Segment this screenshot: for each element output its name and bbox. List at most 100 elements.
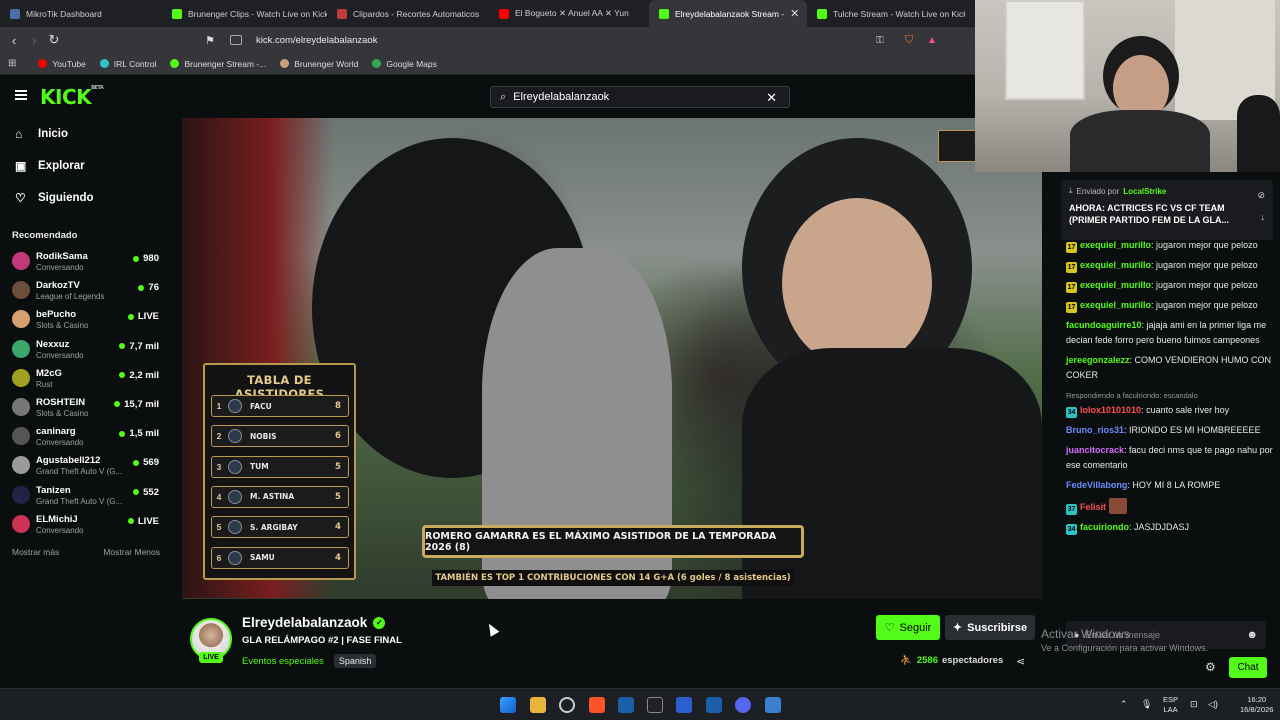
browser-tab[interactable]: Tulche Stream - Watch Live on Kick [807, 0, 965, 27]
chat-username[interactable]: facundoaguirre10 [1066, 320, 1142, 330]
back-icon[interactable]: ‹ [4, 33, 24, 48]
subscriber-badge-icon: 34 [1066, 524, 1077, 535]
search-bar[interactable]: ⌕ Elreydelabalanzaok ✕ [490, 86, 790, 108]
recommended-channel[interactable]: caninarg Conversando 1,5 mil [0, 422, 172, 451]
recommended-channel[interactable]: Agustabell212 Grand Theft Auto V (G... 569 [0, 451, 172, 480]
bookmark-item[interactable]: Brunenger Stream -... [170, 59, 266, 69]
recommended-channel[interactable]: Tanizen Grand Theft Auto V (G... 552 [0, 481, 172, 510]
follow-button[interactable]: ♡ Seguir [876, 615, 940, 640]
brave-shield-icon[interactable]: ⛉ [905, 34, 913, 47]
sidebar-nav-siguiendo[interactable]: ♡ Siguiendo [0, 182, 172, 214]
pinned-message[interactable]: ⤓ Enviado por LocalStrike ⊘ ↓ AHORA: ACT… [1061, 180, 1273, 240]
bookmark-item[interactable]: Brunenger World [280, 59, 358, 69]
channel-avatar [12, 456, 30, 475]
sidebar-nav-inicio[interactable]: ⌂ Inicio [0, 118, 172, 150]
forward-icon[interactable]: › [24, 33, 44, 48]
search-input[interactable]: Elreydelabalanzaok [513, 91, 609, 103]
show-more-link[interactable]: Mostrar más [12, 547, 59, 557]
lang-layout: LAA [1163, 705, 1178, 714]
microphone-icon[interactable]: 🎙 [1141, 699, 1152, 709]
bookmark-icon[interactable]: ⚑ [200, 34, 220, 47]
site-info-icon[interactable] [230, 35, 242, 45]
channel-avatar [12, 368, 30, 387]
url-field[interactable]: kick.com/elreydelabalanzaok [230, 31, 978, 49]
chat-username[interactable]: exequiel_murillo [1080, 260, 1151, 270]
subscribe-button[interactable]: ✦ Suscribirse [945, 615, 1035, 640]
app-icon[interactable] [618, 697, 634, 713]
reload-icon[interactable]: ↻ [44, 32, 64, 48]
kick-logo[interactable]: KICKBETA [40, 85, 104, 109]
chat-username[interactable]: lolox10101010 [1080, 405, 1141, 415]
share-icon[interactable]: ⋖ [1016, 655, 1025, 668]
chat-username[interactable]: exequiel_murillo [1080, 280, 1151, 290]
recommended-channel[interactable]: DarkozTV League of Legends 76 [0, 276, 172, 305]
show-less-link[interactable]: Mostrar Menos [103, 547, 160, 557]
chat-username[interactable]: juancitocrack [1066, 445, 1124, 455]
browser-tab[interactable]: Clipardos - Recortes Automaticos [327, 0, 489, 27]
pinned-text: AHORA: ACTRICES FC VS CF TEAM (PRIMER PA… [1069, 203, 1229, 225]
shirt-shape [1070, 110, 1210, 172]
chat-username[interactable]: Bruno_rios31 [1066, 425, 1124, 435]
channel-avatar [12, 310, 30, 329]
discord-icon[interactable] [735, 697, 751, 713]
chat-username[interactable]: exequiel_murillo [1080, 240, 1151, 250]
apps-grid-icon[interactable]: ⊞ [8, 58, 16, 69]
clock-time: 16:20 [1247, 695, 1267, 704]
leaderboard-row: 2 NOBIS 6 [211, 425, 349, 448]
browser-tab[interactable]: El Bogueto ✕ Anuel AA ✕ Yun [489, 0, 649, 27]
chat-send-button[interactable]: Chat [1229, 657, 1267, 678]
language-tag[interactable]: Spanish [333, 654, 377, 668]
chat-username[interactable]: Felisit [1080, 502, 1106, 512]
chat-username[interactable]: exequiel_murillo [1080, 300, 1151, 310]
recommended-channel[interactable]: bePucho Slots & Casino LIVE [0, 305, 172, 334]
browser-tab[interactable]: MikroTik Dashboard [0, 0, 162, 27]
brave-icon[interactable] [589, 697, 605, 713]
chat-username[interactable]: facuiriondo [1080, 522, 1129, 532]
chat-text: jugaron mejor que pelozo [1156, 280, 1258, 290]
brave-rewards-icon[interactable]: ▲ [927, 35, 937, 46]
terminal-icon[interactable] [647, 697, 663, 713]
bookmark-item[interactable]: Google Maps [372, 59, 437, 69]
app-icon[interactable] [706, 697, 722, 713]
gear-icon[interactable]: ⚙ [1205, 660, 1216, 674]
emoji-icon[interactable]: ☻ [1246, 629, 1258, 641]
star-icon: ✦ [952, 622, 963, 634]
key-icon[interactable]: ⚿ [876, 35, 884, 46]
tab-close-icon[interactable]: ✕ [790, 7, 799, 20]
recommended-channel[interactable]: ELMichiJ Conversando LIVE [0, 510, 172, 539]
unpin-icon[interactable]: ⊘ [1257, 190, 1265, 201]
recommended-channel[interactable]: Nexxuz Conversando 7,7 mil [0, 335, 172, 364]
bookmark-item[interactable]: YouTube [38, 59, 86, 69]
expand-icon[interactable]: ↓ [1261, 212, 1266, 222]
browser-tab[interactable]: Elreydelabalanzaok Stream - ✕ [649, 0, 807, 27]
recommended-channel[interactable]: M2cG Rust 2,2 mil [0, 364, 172, 393]
viewer-number: 2586 [916, 655, 938, 666]
chat-message: Respondiendo a faculriondo: escandalo 34 l… [1066, 388, 1276, 418]
video-player[interactable]: TABLA DE ASISTIDORES 1 FACU 8 2 NOBIS 6 3 TUM 5 4… [182, 118, 1042, 599]
tray-chevron-icon[interactable]: ⌃ [1120, 699, 1128, 709]
chat-username[interactable]: FedeVillabong [1066, 480, 1127, 490]
team-crest-icon [228, 550, 242, 565]
leaderboard-position: 2 [216, 431, 222, 442]
browser-tab[interactable]: Brunenger Clips - Watch Live on Kick [162, 0, 327, 27]
start-icon[interactable] [500, 697, 516, 713]
clear-search-icon[interactable]: ✕ [766, 90, 777, 106]
notepad-icon[interactable] [765, 697, 781, 713]
stream-category[interactable]: Eventos especiales [242, 656, 324, 667]
file-explorer-icon[interactable] [530, 697, 546, 713]
volume-icon[interactable]: ◁) [1208, 699, 1218, 709]
channel-viewer-count: 15,7 mil [124, 398, 159, 410]
chat-username[interactable]: jereegonzalezz [1066, 355, 1130, 365]
clock[interactable]: 16:20 16/8/2026 [1240, 695, 1273, 715]
chrome-icon[interactable] [559, 697, 575, 713]
network-icon[interactable]: ⊡ [1190, 699, 1198, 709]
recommended-channel[interactable]: RodikSama Conversando 980 [0, 247, 172, 276]
streamer-name[interactable]: Elreydelabalanzaok [242, 615, 367, 630]
language-indicator[interactable]: ESP LAA [1163, 695, 1178, 715]
recommended-channel[interactable]: ROSHTEIN Slots & Casino 15,7 mil [0, 393, 172, 422]
sidebar-nav-explorar[interactable]: ▣ Explorar [0, 150, 172, 182]
menu-icon[interactable] [15, 90, 27, 100]
app-icon[interactable] [676, 697, 692, 713]
tab-label: Tulche Stream - Watch Live on Kick [833, 8, 965, 19]
bookmark-item[interactable]: IRL Control [99, 59, 156, 69]
